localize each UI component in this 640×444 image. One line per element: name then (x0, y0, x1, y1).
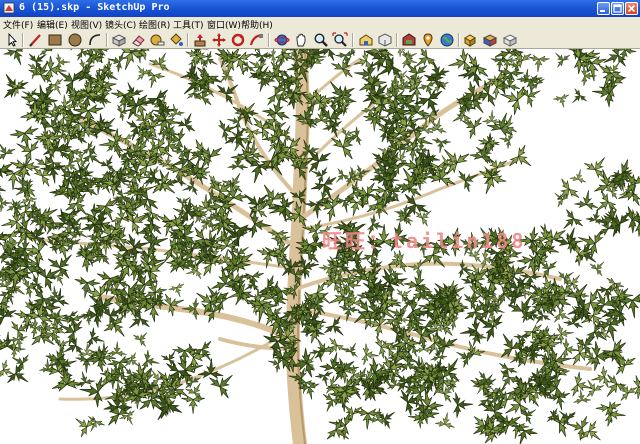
toolbar-separator (352, 33, 354, 47)
maple-leaf (1, 49, 34, 71)
arc-icon[interactable] (87, 32, 103, 48)
line-icon[interactable] (27, 32, 43, 48)
maple-leaf (573, 187, 601, 212)
maple-leaf (180, 394, 206, 415)
make-component-icon[interactable] (111, 32, 127, 48)
maple-leaf (173, 107, 202, 135)
maple-tree-model (0, 49, 640, 444)
maple-leaf (44, 284, 65, 302)
toolbar-separator (458, 33, 460, 47)
maple-leaf (205, 199, 238, 226)
maple-leaf (341, 338, 364, 359)
maple-leaf (546, 399, 584, 440)
get-photo-icon[interactable] (401, 32, 417, 48)
menu-tools[interactable]: 工具(T) (173, 18, 204, 31)
maple-leaf (481, 109, 502, 126)
warehouse-icon[interactable] (358, 32, 374, 48)
zoom-icon[interactable] (313, 32, 329, 48)
menu-edit[interactable]: 编辑(E) (37, 18, 68, 31)
maple-leaf (167, 281, 189, 301)
maple-leaf (531, 222, 559, 245)
close-icon (627, 4, 636, 13)
minimize-button[interactable] (597, 2, 610, 15)
maple-leaf (568, 167, 590, 185)
maple-leaf (526, 54, 551, 74)
window-title: 6 (15).skp - SketchUp Pro (19, 2, 170, 13)
menu-file[interactable]: 文件(F) (3, 18, 33, 31)
maple-leaf (565, 86, 589, 110)
maximize-button[interactable] (611, 2, 624, 15)
menu-bar: 文件(F) 编辑(E) 视图(V) 镜头(C) 绘图(R) 工具(T) 窗口(W… (0, 17, 640, 31)
maple-leaf (430, 136, 452, 155)
maple-leaf (72, 368, 96, 389)
watermark-text: 旺旺：tailin188 (322, 229, 527, 253)
close-button[interactable] (625, 2, 638, 15)
maple-leaf (101, 312, 136, 346)
maple-leaf (0, 137, 17, 163)
tape-measure-icon[interactable] (149, 32, 165, 48)
tree-foliage (0, 49, 640, 444)
maple-leaf (96, 150, 122, 174)
rotate-icon[interactable] (230, 32, 246, 48)
maximize-icon (613, 4, 622, 13)
maple-leaf (48, 362, 84, 393)
maple-leaf (506, 142, 540, 178)
toolbar (0, 31, 640, 49)
share-model-icon[interactable] (377, 32, 393, 48)
zoom-extents-icon[interactable] (332, 32, 348, 48)
maple-leaf (106, 340, 128, 358)
maple-leaf (548, 49, 572, 70)
maple-leaf (552, 92, 573, 111)
location-icon[interactable] (420, 32, 436, 48)
maple-leaf (71, 275, 102, 301)
maple-leaf (67, 408, 98, 440)
toolbar-separator (396, 33, 398, 47)
menu-view[interactable]: 视图(V) (71, 18, 102, 31)
menu-help[interactable]: 帮助(H) (241, 18, 273, 31)
title-bar: 6 (15).skp - SketchUp Pro (0, 0, 640, 17)
maple-leaf (79, 143, 108, 174)
menu-draw[interactable]: 绘图(R) (139, 18, 170, 31)
maple-leaf (556, 264, 580, 289)
toolbar-separator (268, 33, 270, 47)
menu-window[interactable]: 窗口(W) (207, 18, 241, 31)
pan-icon[interactable] (293, 32, 309, 48)
maple-leaf (240, 270, 267, 293)
maple-leaf (360, 342, 381, 368)
toolbar-separator (187, 33, 189, 47)
maple-leaf (632, 373, 640, 400)
maple-leaf (162, 288, 189, 318)
maple-leaf (455, 163, 485, 194)
minimize-icon (600, 10, 605, 12)
maple-leaf (223, 221, 255, 247)
style-icon[interactable] (482, 32, 498, 48)
maple-leaf (139, 68, 167, 92)
select-icon[interactable] (4, 32, 20, 48)
menu-camera[interactable]: 镜头(C) (105, 18, 136, 31)
push-pull-icon[interactable] (192, 32, 208, 48)
eraser-icon[interactable] (130, 32, 146, 48)
maple-leaf (48, 268, 72, 290)
model-viewport[interactable]: 旺旺：tailin188 (0, 49, 640, 444)
maple-leaf (117, 77, 145, 103)
maple-leaf (451, 390, 475, 419)
orbit-icon[interactable] (274, 32, 290, 48)
maple-leaf (0, 68, 6, 107)
circle-icon[interactable] (67, 32, 83, 48)
toolbar-separator (106, 33, 108, 47)
components-icon[interactable] (463, 32, 479, 48)
google-earth-icon[interactable] (439, 32, 455, 48)
paint-bucket-icon[interactable] (168, 32, 184, 48)
section-icon[interactable] (502, 32, 518, 48)
toolbar-separator (22, 33, 24, 47)
move-icon[interactable] (211, 32, 227, 48)
rectangle-icon[interactable] (47, 32, 63, 48)
sketchup-app-icon (3, 2, 15, 14)
maple-leaf (131, 326, 154, 349)
follow-me-icon[interactable] (249, 32, 265, 48)
maple-leaf (174, 189, 196, 213)
